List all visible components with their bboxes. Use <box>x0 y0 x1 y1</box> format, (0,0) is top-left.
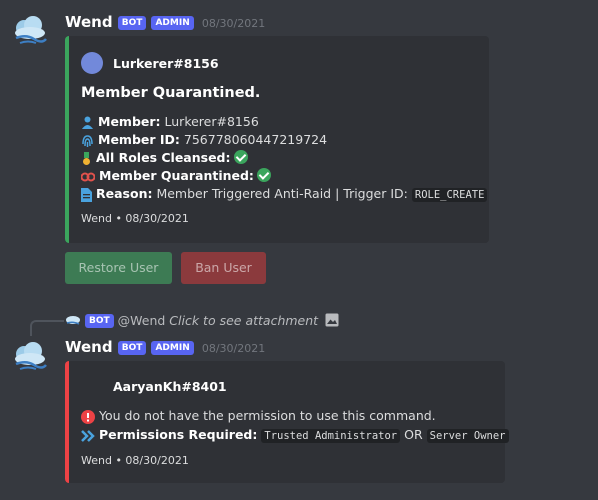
embed-color-bar <box>65 36 69 243</box>
field-member-quarantined: Member Quarantined: <box>81 167 271 185</box>
bot-avatar[interactable] <box>12 14 48 52</box>
error-text: You do not have the permission to use th… <box>99 408 436 423</box>
embed-color-bar <box>65 361 69 483</box>
permission-code: Server Owner <box>426 429 509 443</box>
permission-code: Trusted Administrator <box>261 429 401 443</box>
bot-tag: BOT <box>117 341 147 355</box>
reply-reference[interactable]: BOT @Wend Click to see attachment <box>65 313 339 328</box>
restore-user-button[interactable]: Restore User <box>65 252 172 284</box>
bot-avatar[interactable] <box>12 340 48 378</box>
field-value: 756778060447219724 <box>183 132 328 147</box>
timestamp: 08/30/2021 <box>201 17 266 30</box>
permissions-line: Permissions Required: Trusted Administra… <box>81 426 509 444</box>
permissions-label: Permissions Required: <box>99 427 258 442</box>
document-icon <box>81 187 92 202</box>
user-icon <box>82 116 93 129</box>
message-header: Wend BOT ADMIN 08/30/2021 <box>65 337 265 356</box>
embed-permission-error: AaryanKh#8401 You do not have the permis… <box>65 361 509 483</box>
fingerprint-icon <box>82 134 93 147</box>
ban-user-button[interactable]: Ban User <box>181 252 266 284</box>
double-chevron-icon <box>81 429 95 442</box>
admin-tag: ADMIN <box>151 16 194 30</box>
embed-author-name[interactable]: Lurkerer#8156 <box>113 56 219 71</box>
shackles-icon <box>81 172 95 181</box>
field-roles-cleansed: All Roles Cleansed: <box>81 149 248 167</box>
permission-or: OR <box>404 427 423 442</box>
bot-tag: BOT <box>117 16 147 30</box>
cloud-icon <box>15 16 47 44</box>
cloud-icon <box>15 342 47 370</box>
author-name[interactable]: Wend <box>65 338 113 356</box>
field-label: Member: <box>98 114 161 129</box>
field-member-id: Member ID: 756778060447219724 <box>81 131 327 149</box>
embed-author-name[interactable]: AaryanKh#8401 <box>113 379 227 394</box>
field-member: Member: Lurkerer#8156 <box>81 113 259 131</box>
error-line: You do not have the permission to use th… <box>81 407 436 425</box>
cloud-icon <box>66 316 80 325</box>
message-header: Wend BOT ADMIN 08/30/2021 <box>65 12 265 31</box>
field-value: Member Triggered Anti-Raid | Trigger ID: <box>156 186 408 201</box>
field-value: Lurkerer#8156 <box>164 114 259 129</box>
image-icon <box>325 313 339 327</box>
reply-text[interactable]: Click to see attachment <box>169 313 318 328</box>
error-icon <box>81 409 95 424</box>
field-reason: Reason: Member Triggered Anti-Raid | Tri… <box>81 185 488 203</box>
field-label: Member Quarantined: <box>99 168 254 183</box>
timestamp: 08/30/2021 <box>201 342 266 355</box>
embed-title: Member Quarantined. <box>81 85 261 101</box>
reply-line <box>30 320 64 336</box>
medal-icon <box>83 151 90 165</box>
field-label: Reason: <box>96 186 153 201</box>
check-icon <box>256 168 271 182</box>
bot-tag: BOT <box>84 314 114 328</box>
field-label: Member ID: <box>98 132 180 147</box>
reply-mention[interactable]: @Wend <box>118 313 166 328</box>
embed-footer: Wend • 08/30/2021 <box>81 454 189 467</box>
trigger-code: ROLE_CREATE <box>411 188 488 202</box>
embed-author-avatar <box>81 52 103 74</box>
embed-footer: Wend • 08/30/2021 <box>81 212 189 225</box>
embed-quarantine: Lurkerer#8156 Member Quarantined. Member… <box>65 36 489 243</box>
check-icon <box>233 150 248 164</box>
field-label: All Roles Cleansed: <box>96 150 231 165</box>
admin-tag: ADMIN <box>151 341 194 355</box>
author-name[interactable]: Wend <box>65 13 113 31</box>
